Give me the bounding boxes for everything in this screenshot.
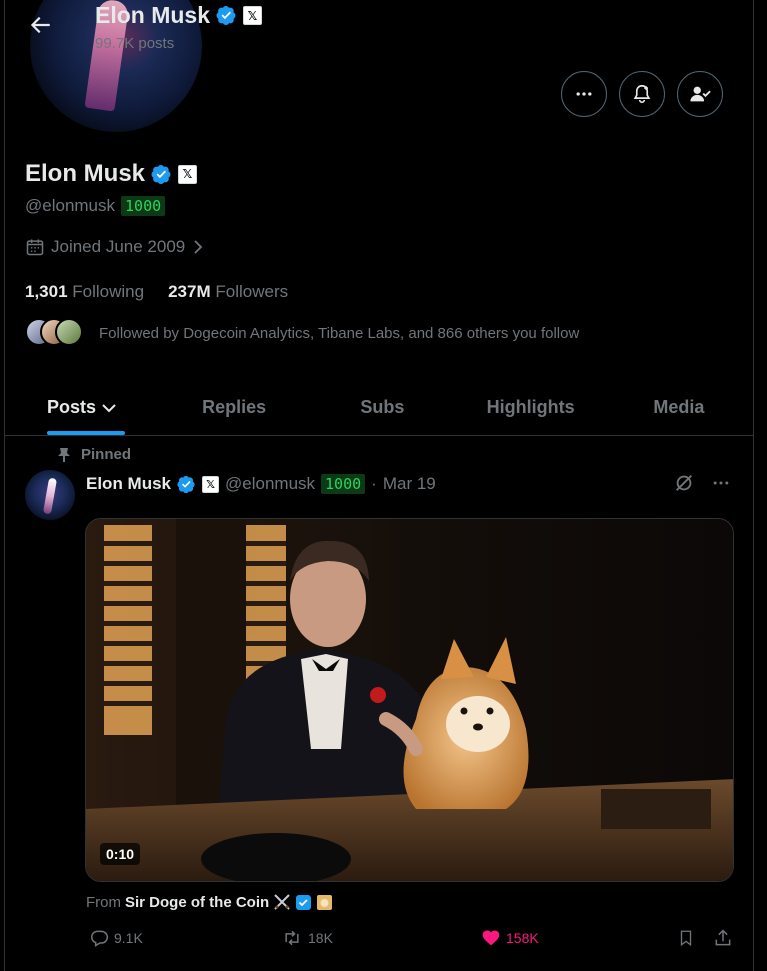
like-icon <box>482 930 500 946</box>
from-source: Sir Doge of the Coin <box>125 893 270 911</box>
joined-label: Joined June 2009 <box>51 237 186 256</box>
grok-icon[interactable] <box>673 472 695 494</box>
from-prefix: From <box>86 893 121 911</box>
like-button[interactable]: 158K <box>481 928 539 948</box>
x-badge-icon: 𝕏 <box>243 6 263 25</box>
verified-icon <box>296 894 312 910</box>
tweet-author-handle[interactable]: @elonmusk <box>225 474 315 494</box>
profile-handle: @elonmusk <box>25 196 116 215</box>
tab-subs[interactable]: Subs <box>308 380 456 435</box>
followers-link[interactable]: 237M Followers <box>168 282 288 302</box>
video-thumbnail <box>86 519 733 881</box>
bookmark-button[interactable] <box>677 928 695 948</box>
tweet-author-name[interactable]: Elon Musk <box>86 474 171 494</box>
pinned-text: Pinned <box>81 446 132 463</box>
reply-button[interactable]: 9.1K <box>89 928 143 948</box>
profile-handle-row: @elonmusk 1000 <box>25 196 166 216</box>
more-icon[interactable] <box>711 473 731 493</box>
header-title: Elon Musk 𝕏 <box>95 2 263 29</box>
share-icon <box>715 929 731 946</box>
tweet-date[interactable]: Mar 19 <box>383 474 436 494</box>
followed-by-text: Followed by Dogecoin Analytics, Tibane L… <box>99 324 580 342</box>
repost-count: 18K <box>308 930 333 946</box>
tab-replies[interactable]: Replies <box>160 380 308 435</box>
follow-stats: 1,301 Following 237M Followers <box>25 282 288 302</box>
tab-label: Posts <box>47 397 97 417</box>
chevron-down-icon <box>102 403 116 412</box>
tweet-tools <box>673 472 731 494</box>
header-post-count: 99.7K posts <box>95 35 175 52</box>
chevron-right-icon <box>194 240 203 254</box>
followers-label: Followers <box>215 282 289 301</box>
tweet-avatar[interactable] <box>25 470 75 520</box>
share-button[interactable] <box>713 928 733 948</box>
tab-label: Highlights <box>486 397 575 417</box>
following-icon <box>690 86 711 102</box>
profile-column: Elon Musk 𝕏 99.7K posts Elon Musk 𝕏 @elo… <box>4 0 754 971</box>
separator: · <box>371 474 377 493</box>
score-badge: 1000 <box>321 474 366 494</box>
header-name: Elon Musk <box>95 2 211 28</box>
following-link[interactable]: 1,301 Following <box>25 282 144 302</box>
tweet-actions: 9.1K 18K 158K <box>89 928 739 956</box>
tab-highlights[interactable]: Highlights <box>457 380 605 435</box>
followers-count: 237M <box>168 282 211 301</box>
tab-label: Subs <box>360 397 405 417</box>
media-source[interactable]: From Sir Doge of the Coin <box>86 893 333 911</box>
following-label: Following <box>72 282 145 301</box>
x-badge-icon[interactable]: 𝕏 <box>178 164 198 184</box>
verified-icon <box>216 5 236 26</box>
reply-count: 9.1K <box>114 930 143 946</box>
x-badge-icon: 𝕏 <box>202 475 220 493</box>
doge-badge-icon <box>317 894 333 910</box>
following-count: 1,301 <box>25 282 68 301</box>
video-duration: 0:10 <box>100 843 141 865</box>
tab-media[interactable]: Media <box>605 380 753 435</box>
tab-label: Replies <box>202 397 267 417</box>
notify-button[interactable] <box>619 71 665 117</box>
tab-label: Media <box>653 397 705 417</box>
pinned-label: Pinned <box>57 446 131 463</box>
back-arrow-icon[interactable] <box>27 12 53 38</box>
repost-icon <box>285 930 299 946</box>
tweet-header: Elon Musk 𝕏 @elonmusk 1000 · Mar 19 <box>86 474 436 494</box>
score-badge: 1000 <box>121 196 166 216</box>
profile-actions <box>561 71 723 117</box>
calendar-icon <box>26 239 44 256</box>
profile-tabs: Posts Replies Subs Highlights Media <box>5 380 753 436</box>
sticky-header: Elon Musk 𝕏 99.7K posts <box>5 0 753 56</box>
reply-icon <box>91 930 109 947</box>
followed-by[interactable]: Followed by Dogecoin Analytics, Tibane L… <box>25 318 579 348</box>
tab-posts[interactable]: Posts <box>5 380 160 435</box>
profile-name-row: Elon Musk 𝕏 <box>25 160 198 188</box>
like-count: 158K <box>506 930 539 946</box>
repost-button[interactable]: 18K <box>281 928 333 948</box>
active-tab-indicator <box>47 431 125 435</box>
swords-icon <box>274 894 290 910</box>
verified-icon[interactable] <box>151 164 172 185</box>
verified-icon <box>177 475 195 493</box>
notify-icon <box>633 84 651 104</box>
bookmark-icon <box>680 930 692 947</box>
pin-icon <box>58 447 70 462</box>
more-button[interactable] <box>561 71 607 117</box>
tweet-video[interactable]: 0:10 <box>85 518 734 882</box>
follower-avatars <box>25 318 87 348</box>
more-icon <box>576 92 592 96</box>
profile-name: Elon Musk <box>25 160 146 187</box>
following-button[interactable] <box>677 71 723 117</box>
avatar <box>55 318 83 346</box>
joined-date[interactable]: Joined June 2009 <box>25 237 205 257</box>
